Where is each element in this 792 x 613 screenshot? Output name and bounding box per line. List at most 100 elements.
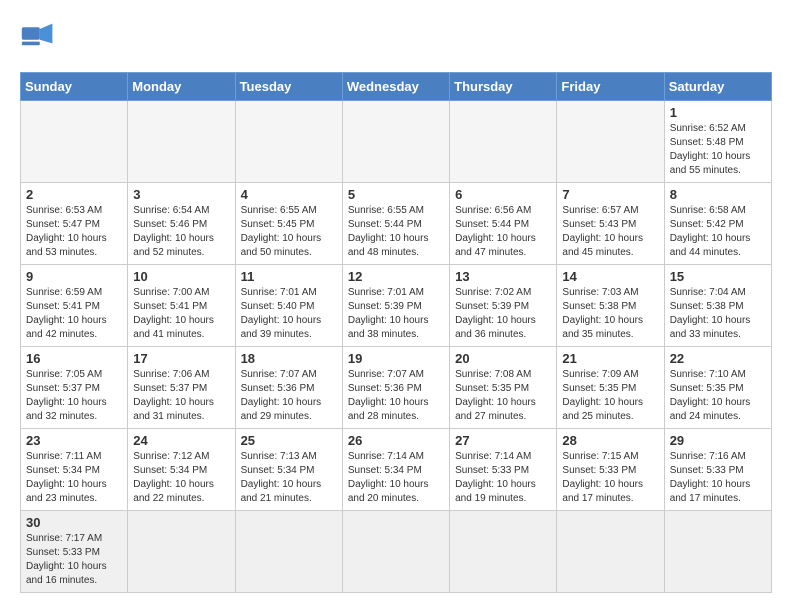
day-info: Sunrise: 7:16 AM Sunset: 5:33 PM Dayligh… <box>670 450 766 506</box>
day-cell: 21Sunrise: 7:09 AM Sunset: 5:35 PM Dayli… <box>557 347 664 429</box>
day-number: 28 <box>562 433 658 448</box>
day-cell: 24 Sunrise: 7:12 AM Sunset: 5:34 PM Dayli… <box>128 429 235 511</box>
empty-cell <box>664 511 771 593</box>
day-info: Sunrise: 7:01 AM Sunset: 5:39 PM Dayligh… <box>348 286 444 342</box>
day-cell: 18 Sunrise: 7:07 AM Sunset: 5:36 PM Dayli… <box>235 347 342 429</box>
empty-cell <box>450 101 557 183</box>
empty-cell <box>450 511 557 593</box>
day-number: 8 <box>670 187 766 202</box>
day-info: Sunrise: 7:06 AM Sunset: 5:37 PM Dayligh… <box>133 368 229 424</box>
day-info: Sunrise: 7:11 AM Sunset: 5:34 PM Dayligh… <box>26 450 122 506</box>
day-info: Sunrise: 6:53 AM Sunset: 5:47 PM Dayligh… <box>26 204 122 260</box>
day-number: 16 <box>26 351 122 366</box>
day-cell: 11Sunrise: 7:01 AM Sunset: 5:40 PM Dayli… <box>235 265 342 347</box>
day-info: Sunrise: 6:54 AM Sunset: 5:46 PM Dayligh… <box>133 204 229 260</box>
day-number: 20 <box>455 351 551 366</box>
weekday-monday: Monday <box>128 73 235 101</box>
day-cell: 1Sunrise: 6:52 AM Sunset: 5:48 PM Daylig… <box>664 101 771 183</box>
day-info: Sunrise: 7:01 AM Sunset: 5:40 PM Dayligh… <box>241 286 337 342</box>
day-cell: 20 Sunrise: 7:08 AM Sunset: 5:35 PM Dayli… <box>450 347 557 429</box>
weekday-friday: Friday <box>557 73 664 101</box>
day-cell: 26Sunrise: 7:14 AM Sunset: 5:34 PM Dayli… <box>342 429 449 511</box>
empty-cell <box>342 511 449 593</box>
weekday-sunday: Sunday <box>21 73 128 101</box>
day-cell: 19 Sunrise: 7:07 AM Sunset: 5:36 PM Dayli… <box>342 347 449 429</box>
day-info: Sunrise: 7:07 AM Sunset: 5:36 PM Dayligh… <box>348 368 444 424</box>
day-number: 3 <box>133 187 229 202</box>
day-cell: 8 Sunrise: 6:58 AM Sunset: 5:42 PM Daylig… <box>664 183 771 265</box>
day-number: 12 <box>348 269 444 284</box>
weekday-tuesday: Tuesday <box>235 73 342 101</box>
day-number: 27 <box>455 433 551 448</box>
day-info: Sunrise: 7:12 AM Sunset: 5:34 PM Dayligh… <box>133 450 229 506</box>
calendar-week-row: 1Sunrise: 6:52 AM Sunset: 5:48 PM Daylig… <box>21 101 772 183</box>
day-cell: 28 Sunrise: 7:15 AM Sunset: 5:33 PM Dayli… <box>557 429 664 511</box>
day-number: 10 <box>133 269 229 284</box>
day-number: 18 <box>241 351 337 366</box>
day-info: Sunrise: 6:56 AM Sunset: 5:44 PM Dayligh… <box>455 204 551 260</box>
day-cell: 12 Sunrise: 7:01 AM Sunset: 5:39 PM Dayli… <box>342 265 449 347</box>
day-info: Sunrise: 6:55 AM Sunset: 5:45 PM Dayligh… <box>241 204 337 260</box>
logo <box>20 20 62 56</box>
day-info: Sunrise: 6:57 AM Sunset: 5:43 PM Dayligh… <box>562 204 658 260</box>
weekday-wednesday: Wednesday <box>342 73 449 101</box>
day-number: 5 <box>348 187 444 202</box>
empty-cell <box>557 511 664 593</box>
calendar-week-row: 30 Sunrise: 7:17 AM Sunset: 5:33 PM Dayli… <box>21 511 772 593</box>
day-cell: 2 Sunrise: 6:53 AM Sunset: 5:47 PM Daylig… <box>21 183 128 265</box>
day-info: Sunrise: 7:15 AM Sunset: 5:33 PM Dayligh… <box>562 450 658 506</box>
day-number: 4 <box>241 187 337 202</box>
day-number: 13 <box>455 269 551 284</box>
calendar-week-row: 2 Sunrise: 6:53 AM Sunset: 5:47 PM Daylig… <box>21 183 772 265</box>
day-info: Sunrise: 7:17 AM Sunset: 5:33 PM Dayligh… <box>26 532 122 588</box>
empty-cell <box>21 101 128 183</box>
calendar-week-row: 9 Sunrise: 6:59 AM Sunset: 5:41 PM Daylig… <box>21 265 772 347</box>
day-info: Sunrise: 7:14 AM Sunset: 5:33 PM Dayligh… <box>455 450 551 506</box>
weekday-header-row: SundayMondayTuesdayWednesdayThursdayFrid… <box>21 73 772 101</box>
day-number: 24 <box>133 433 229 448</box>
day-cell: 14 Sunrise: 7:03 AM Sunset: 5:38 PM Dayli… <box>557 265 664 347</box>
day-cell: 15 Sunrise: 7:04 AM Sunset: 5:38 PM Dayli… <box>664 265 771 347</box>
empty-cell <box>557 101 664 183</box>
calendar-week-row: 23 Sunrise: 7:11 AM Sunset: 5:34 PM Dayli… <box>21 429 772 511</box>
day-info: Sunrise: 6:58 AM Sunset: 5:42 PM Dayligh… <box>670 204 766 260</box>
day-number: 1 <box>670 105 766 120</box>
day-cell: 6 Sunrise: 6:56 AM Sunset: 5:44 PM Daylig… <box>450 183 557 265</box>
day-number: 6 <box>455 187 551 202</box>
day-cell: 22Sunrise: 7:10 AM Sunset: 5:35 PM Dayli… <box>664 347 771 429</box>
day-cell: 29Sunrise: 7:16 AM Sunset: 5:33 PM Dayli… <box>664 429 771 511</box>
weekday-thursday: Thursday <box>450 73 557 101</box>
day-info: Sunrise: 7:05 AM Sunset: 5:37 PM Dayligh… <box>26 368 122 424</box>
weekday-saturday: Saturday <box>664 73 771 101</box>
day-number: 9 <box>26 269 122 284</box>
day-cell: 16 Sunrise: 7:05 AM Sunset: 5:37 PM Dayli… <box>21 347 128 429</box>
day-info: Sunrise: 6:59 AM Sunset: 5:41 PM Dayligh… <box>26 286 122 342</box>
day-number: 17 <box>133 351 229 366</box>
day-number: 19 <box>348 351 444 366</box>
calendar-week-row: 16 Sunrise: 7:05 AM Sunset: 5:37 PM Dayli… <box>21 347 772 429</box>
day-info: Sunrise: 7:10 AM Sunset: 5:35 PM Dayligh… <box>670 368 766 424</box>
day-cell: 10 Sunrise: 7:00 AM Sunset: 5:41 PM Dayli… <box>128 265 235 347</box>
day-info: Sunrise: 7:00 AM Sunset: 5:41 PM Dayligh… <box>133 286 229 342</box>
day-cell: 25Sunrise: 7:13 AM Sunset: 5:34 PM Dayli… <box>235 429 342 511</box>
day-number: 25 <box>241 433 337 448</box>
day-number: 23 <box>26 433 122 448</box>
day-cell: 17 Sunrise: 7:06 AM Sunset: 5:37 PM Dayli… <box>128 347 235 429</box>
day-number: 21 <box>562 351 658 366</box>
day-info: Sunrise: 7:08 AM Sunset: 5:35 PM Dayligh… <box>455 368 551 424</box>
empty-cell <box>128 511 235 593</box>
day-cell: 7 Sunrise: 6:57 AM Sunset: 5:43 PM Daylig… <box>557 183 664 265</box>
day-number: 14 <box>562 269 658 284</box>
calendar: SundayMondayTuesdayWednesdayThursdayFrid… <box>20 72 772 593</box>
day-info: Sunrise: 7:04 AM Sunset: 5:38 PM Dayligh… <box>670 286 766 342</box>
empty-cell <box>342 101 449 183</box>
day-cell: 13Sunrise: 7:02 AM Sunset: 5:39 PM Dayli… <box>450 265 557 347</box>
day-cell: 30 Sunrise: 7:17 AM Sunset: 5:33 PM Dayli… <box>21 511 128 593</box>
day-info: Sunrise: 7:03 AM Sunset: 5:38 PM Dayligh… <box>562 286 658 342</box>
empty-cell <box>235 511 342 593</box>
day-number: 30 <box>26 515 122 530</box>
day-info: Sunrise: 7:07 AM Sunset: 5:36 PM Dayligh… <box>241 368 337 424</box>
day-number: 7 <box>562 187 658 202</box>
day-number: 15 <box>670 269 766 284</box>
day-number: 2 <box>26 187 122 202</box>
